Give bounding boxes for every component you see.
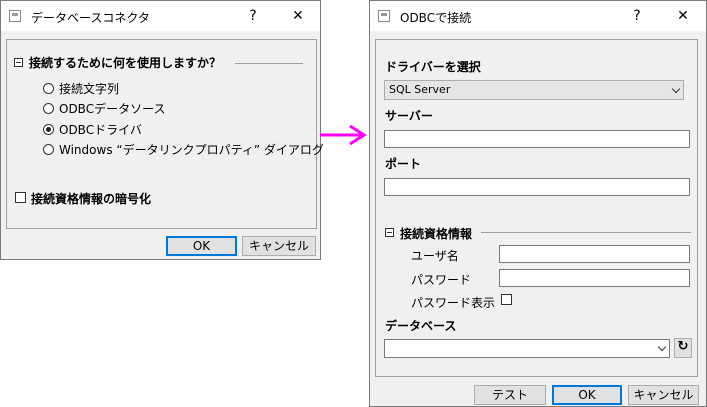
odbc-connect-dialog: ODBCで接続 ? ✕ ドライバーを選択 SQL Server サーバー ポート…: [369, 0, 707, 407]
group-title: 接続するために何を使用しますか？: [29, 56, 222, 70]
password-input[interactable]: [499, 269, 690, 287]
collapse-icon[interactable]: [14, 58, 23, 67]
radio-label-odbc-driver[interactable]: ODBCドライバ: [59, 121, 142, 138]
help-button[interactable]: ?: [242, 6, 264, 26]
ok-button[interactable]: OK: [552, 385, 622, 405]
dialog-title: データベースコネクタ: [31, 11, 150, 25]
collapse-icon[interactable]: [385, 228, 394, 237]
credentials-separator: [481, 232, 691, 233]
radio-label-connection-string[interactable]: 接続文字列: [59, 80, 119, 97]
port-input[interactable]: [384, 178, 690, 196]
driver-select[interactable]: SQL Server: [384, 80, 684, 100]
cancel-button[interactable]: キャンセル: [628, 385, 699, 405]
radio-label-datalink-properties[interactable]: Windows “データリンクプロパティ” ダイアログ: [59, 141, 324, 158]
encrypt-credentials-checkbox[interactable]: [15, 192, 26, 203]
app-icon: [378, 10, 390, 22]
driver-label: ドライバーを選択: [385, 60, 481, 74]
app-icon: [9, 10, 21, 22]
server-input[interactable]: [384, 130, 690, 148]
group-separator: [235, 63, 303, 64]
dialog-title: ODBCで接続: [400, 11, 472, 25]
encrypt-credentials-label[interactable]: 接続資格情報の暗号化: [31, 190, 151, 207]
refresh-icon: ↻: [677, 339, 689, 354]
test-button[interactable]: テスト: [474, 385, 546, 405]
username-input[interactable]: [499, 245, 690, 263]
arrow-right-icon: [320, 124, 367, 146]
ok-button[interactable]: OK: [166, 236, 237, 256]
help-button[interactable]: ?: [626, 6, 648, 26]
cancel-button[interactable]: キャンセル: [242, 236, 316, 256]
database-connector-dialog: データベースコネクタ ? ✕ 接続するために何を使用しますか？ 接続文字列 OD…: [0, 0, 324, 260]
radio-connection-string[interactable]: [43, 83, 54, 94]
close-button[interactable]: ✕: [672, 6, 694, 26]
show-password-checkbox[interactable]: [501, 294, 512, 305]
database-label: データベース: [385, 319, 457, 333]
radio-datalink-properties[interactable]: [43, 144, 54, 155]
password-label: パスワード: [411, 273, 472, 287]
connection-panel: ドライバーを選択 SQL Server サーバー ポート 接続資格情報 ユーザ名…: [375, 39, 698, 377]
refresh-button[interactable]: ↻: [674, 338, 692, 358]
port-label: ポート: [385, 157, 422, 171]
options-panel: 接続するために何を使用しますか？ 接続文字列 ODBCデータソース ODBCドラ…: [6, 39, 324, 229]
radio-odbc-driver[interactable]: [43, 124, 54, 135]
server-label: サーバー: [385, 109, 433, 123]
radio-odbc-datasource[interactable]: [43, 103, 54, 114]
title-bar: データベースコネクタ ? ✕: [1, 1, 320, 31]
driver-select-value: SQL Server: [389, 83, 451, 96]
title-bar: ODBCで接続 ? ✕: [370, 1, 706, 31]
username-label: ユーザ名: [411, 249, 459, 263]
show-password-label: パスワード表示: [411, 296, 496, 310]
chevron-down-icon: [657, 342, 667, 352]
chevron-down-icon: [671, 84, 681, 94]
close-button[interactable]: ✕: [287, 6, 309, 26]
radio-label-odbc-datasource[interactable]: ODBCデータソース: [59, 100, 166, 117]
database-select[interactable]: [384, 339, 670, 358]
credentials-label: 接続資格情報: [400, 227, 473, 241]
